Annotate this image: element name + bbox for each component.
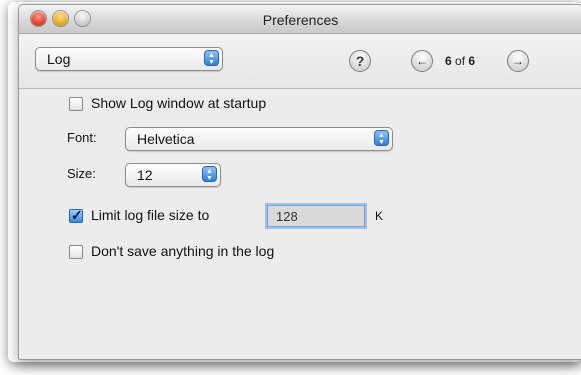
size-popup[interactable]: 12 ▲ ▼ [125, 163, 221, 187]
help-button[interactable]: ? [349, 50, 371, 72]
previous-page-button[interactable]: ← [411, 50, 433, 72]
limit-log-size-checkbox[interactable]: ✓ [69, 207, 83, 223]
pager-current: 6 [445, 54, 452, 68]
left-arrow-icon: ← [416, 54, 428, 68]
titlebar[interactable]: Preferences [19, 5, 581, 34]
right-arrow-icon: → [512, 54, 524, 68]
dont-save-checkbox[interactable] [69, 245, 83, 259]
panel-popup[interactable]: Log ▲ ▼ [35, 47, 223, 71]
show-log-window-label: Show Log window at startup [91, 95, 267, 111]
toolbar: Log ▲ ▼ ? ← 6 of 6 → [19, 34, 581, 89]
size-label: Size: [67, 166, 96, 181]
question-mark-icon: ? [355, 53, 365, 69]
pager-indicator: 6 of 6 [445, 54, 475, 68]
size-popup-value: 12 [137, 167, 153, 183]
dont-save-label: Don't save anything in the log [91, 243, 275, 259]
preferences-window: Preferences Log ▲ ▼ ? ← 6 of 6 → Show Log… [18, 4, 581, 360]
log-size-unit: K [375, 209, 384, 223]
pager-total: 6 [468, 54, 476, 68]
font-label: Font: [67, 130, 97, 145]
pager-of: of [455, 54, 466, 68]
window-title: Preferences [262, 12, 339, 28]
panel-popup-label: Log [47, 51, 71, 67]
font-popup[interactable]: Helvetica ▲ ▼ [125, 127, 393, 151]
show-log-window-checkbox[interactable] [69, 97, 83, 111]
popup-arrows-icon: ▲ ▼ [204, 50, 219, 66]
checkmark-icon: ✓ [71, 207, 83, 223]
font-popup-value: Helvetica [137, 131, 195, 147]
next-page-button[interactable]: → [507, 50, 529, 72]
size-popup-arrows-icon: ▲ ▼ [202, 166, 217, 182]
log-size-field[interactable]: 128 [267, 205, 365, 227]
font-popup-arrows-icon: ▲ ▼ [374, 130, 389, 146]
limit-log-size-label: Limit log file size to [91, 207, 210, 223]
